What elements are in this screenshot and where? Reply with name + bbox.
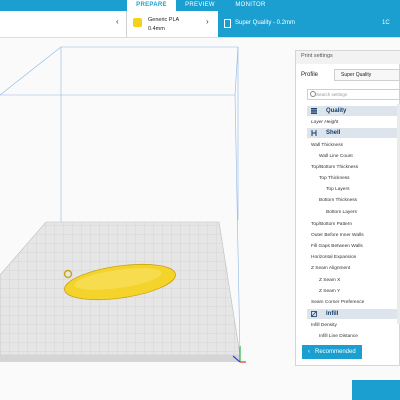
setting-top-layers[interactable]: Top Layers bbox=[326, 187, 349, 192]
category-infill-label: Infill bbox=[326, 311, 339, 317]
setting-top-bottom-thickness[interactable]: Top/Bottom Thickness bbox=[311, 165, 358, 170]
category-quality[interactable] bbox=[307, 106, 400, 116]
setting-layer-height[interactable]: Layer Height bbox=[311, 120, 338, 125]
setting-fill-gaps[interactable]: Fill Gaps Between Walls bbox=[311, 244, 363, 249]
slice-button[interactable] bbox=[352, 380, 400, 400]
search-placeholder: Search settings bbox=[316, 92, 348, 97]
chevron-right-icon[interactable]: › bbox=[206, 17, 209, 26]
nozzle-size: 0.4mm bbox=[148, 26, 165, 32]
setting-wall-line-count[interactable]: Wall Line Count bbox=[319, 154, 353, 159]
shell-icon bbox=[311, 130, 317, 136]
setting-z-seam-y[interactable]: Z Seam Y bbox=[319, 289, 340, 294]
setting-horizontal-expansion[interactable]: Horizontal Expansion bbox=[311, 255, 356, 260]
category-shell-label: Shell bbox=[326, 130, 341, 136]
settings-icon bbox=[224, 19, 231, 28]
chevron-left-icon[interactable]: ‹ bbox=[116, 17, 119, 26]
setting-bottom-thickness[interactable]: Bottom Thickness bbox=[319, 198, 357, 203]
quality-profile-label: Super Quality - 0.2mm bbox=[235, 20, 296, 26]
setting-bottom-layers[interactable]: Bottom Layers bbox=[326, 210, 357, 215]
setting-wall-thickness[interactable]: Wall Thickness bbox=[311, 143, 343, 148]
quality-icon bbox=[311, 108, 317, 114]
category-shell[interactable] bbox=[307, 128, 400, 138]
category-quality-label: Quality bbox=[326, 108, 347, 114]
setting-infill-density[interactable]: Infill Density bbox=[311, 323, 337, 328]
material-name: Generic PLA bbox=[148, 17, 180, 23]
profile-dropdown[interactable]: Super Quality bbox=[334, 69, 400, 81]
setting-infill-line-distance[interactable]: Infill Line Distance bbox=[319, 334, 358, 339]
tab-prepare[interactable]: PREPARE bbox=[127, 0, 176, 11]
setting-top-thickness[interactable]: Top Thickness bbox=[319, 176, 350, 181]
profile-label: Profile bbox=[301, 72, 319, 78]
setting-z-seam-x[interactable]: Z Seam X bbox=[319, 278, 340, 283]
setting-seam-corner-preference[interactable]: Seam Corner Preference bbox=[311, 300, 364, 305]
header-right-text: 1C bbox=[382, 20, 390, 26]
tab-preview[interactable]: PREVIEW bbox=[180, 0, 220, 11]
build-volume-viewport[interactable] bbox=[0, 38, 296, 400]
setting-outer-before-inner[interactable]: Outer Before Inner Walls bbox=[311, 233, 364, 238]
setting-top-bottom-pattern[interactable]: Top/Bottom Pattern bbox=[311, 222, 352, 227]
recommended-label: Recommended bbox=[315, 349, 356, 355]
category-infill[interactable] bbox=[307, 309, 400, 319]
panel-title: Print settings bbox=[301, 53, 333, 59]
setting-z-seam-alignment[interactable]: Z Seam Alignment bbox=[311, 266, 350, 271]
tab-monitor[interactable]: MONITOR bbox=[228, 0, 273, 11]
chevron-left-icon: ‹ bbox=[308, 349, 310, 355]
extruder-icon bbox=[133, 18, 142, 27]
infill-icon bbox=[311, 311, 317, 317]
